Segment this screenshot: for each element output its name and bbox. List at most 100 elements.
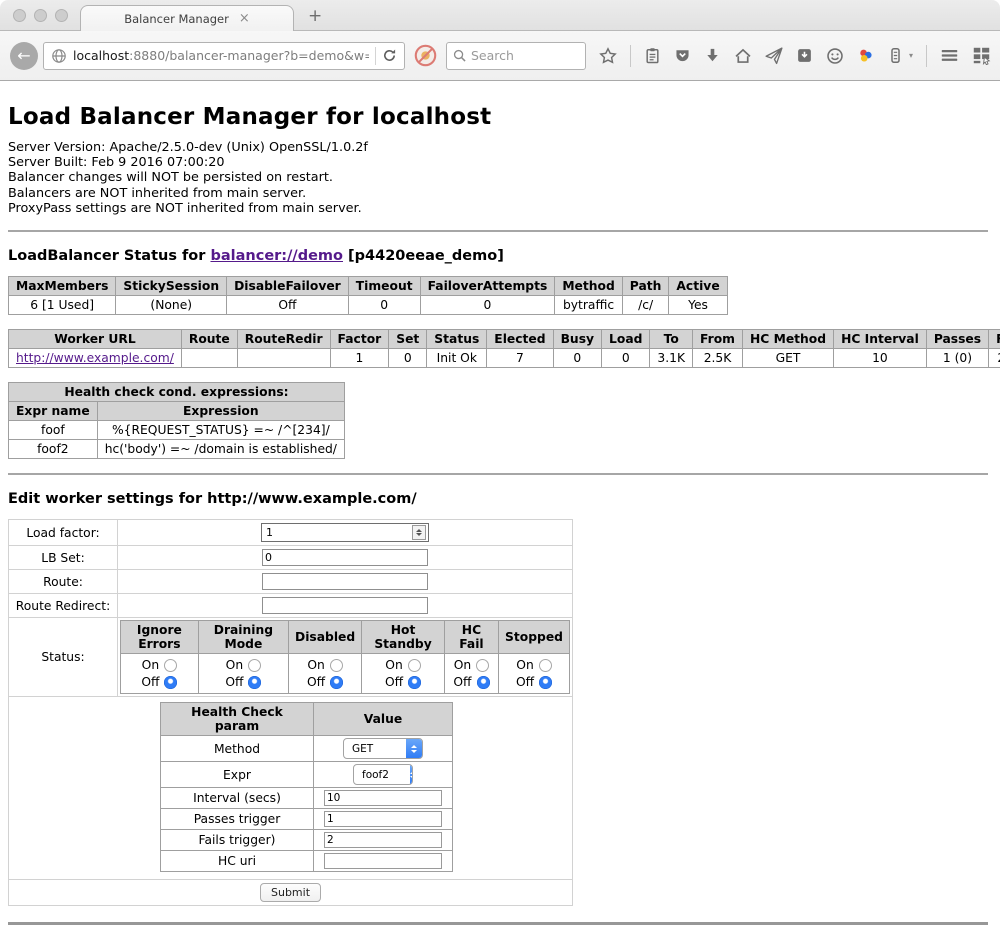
tab-close-icon[interactable]: × [239,12,250,25]
page-title: Load Balancer Manager for localhost [8,104,988,130]
hc-method-cell: GET [743,349,834,368]
container-battery-icon[interactable] [887,47,904,64]
chevron-down-icon[interactable]: ▾ [909,51,913,60]
passes-trigger-label: Passes trigger [161,809,314,830]
factor-cell: 1 [330,349,389,368]
status-row: Status: Ignore Errors Draining Mode Disa… [9,618,573,697]
edit-worker-heading: Edit worker settings for http://www.exam… [8,491,988,507]
back-button[interactable]: ← [10,42,38,70]
content-blocked-icon[interactable] [414,44,437,67]
reading-list-icon[interactable] [644,47,661,64]
expr-row: foof2 hc('body') =~ /domain is establish… [9,440,345,459]
ignore-errors-on-radio[interactable] [164,659,177,672]
stopped-on-radio[interactable] [539,659,552,672]
search-bar[interactable]: Search [446,42,586,70]
hc-fail-on-radio[interactable] [476,659,489,672]
hot-standby-on-radio[interactable] [408,659,421,672]
column-header: Active [669,277,727,296]
url-text[interactable]: localhost:8880/balancer-manager?b=demo&w… [73,48,369,63]
expr-select[interactable]: foof2 [353,764,413,785]
url-path: :8880/balancer-manager?b=demo&w=http://w… [129,48,369,63]
window-minimize-button[interactable] [34,9,47,22]
column-header: Expr name [9,402,98,421]
submit-button[interactable]: Submit [260,883,321,902]
column-header: Factor [330,330,389,349]
disablefailover-value: Off [227,296,349,315]
route-redirect-input[interactable] [262,597,428,614]
hc-param-row: Interval (secs) [161,788,453,809]
disabled-off-radio[interactable] [330,676,343,689]
off-label: Off [225,675,243,689]
hc-param-row: Fails trigger) [161,830,453,851]
server-info: Server Version: Apache/2.5.0-dev (Unix) … [8,140,988,216]
extension-download-icon[interactable] [796,47,813,64]
traffic-lights [13,9,68,22]
menu-hamburger-icon[interactable] [940,46,959,65]
tab-balancer-manager[interactable]: Balancer Manager × [80,5,294,31]
bookmark-star-icon[interactable] [599,47,617,65]
column-header: HC Fail [444,621,498,654]
hc-uri-input[interactable] [324,853,442,869]
window-close-button[interactable] [13,9,26,22]
balancer-demo-link[interactable]: balancer://demo [210,248,343,264]
column-header: Worker URL [9,330,182,349]
column-header: DisableFailover [227,277,349,296]
table-header-row: Worker URL Route RouteRedir Factor Set S… [9,330,1000,349]
fails-trigger-input[interactable] [324,832,442,848]
passes-trigger-input[interactable] [324,811,442,827]
new-tab-button[interactable]: + [308,6,322,26]
persist-note-line: Balancer changes will NOT be persisted o… [8,170,988,185]
feedback-smiley-icon[interactable] [826,47,844,65]
worker-url-link[interactable]: http://www.example.com/ [16,351,174,365]
hc-param-row: Passes trigger [161,809,453,830]
on-label: On [142,658,159,672]
route-input[interactable] [262,573,428,590]
routeredir-cell [237,349,330,368]
load-factor-field[interactable] [261,523,429,542]
number-stepper-icon[interactable] [412,525,426,540]
disabled-on-radio[interactable] [330,659,343,672]
column-header: Path [622,277,669,296]
color-dots-extension-icon[interactable] [857,47,874,64]
edit-worker-form: Load factor: LB Set: Route: Route Redire… [8,519,573,906]
downloads-icon[interactable] [704,47,721,64]
hc-params-table: Health Check param Value Method GET [160,702,453,872]
select-stepper-icon [410,765,413,784]
expr-value: hc('body') =~ /domain is established/ [97,440,344,459]
tab-groups-icon[interactable] [972,46,991,65]
method-select[interactable]: GET [343,738,423,759]
column-header: Status [427,330,487,349]
column-header: Disabled [288,621,361,654]
url-bar[interactable]: localhost:8880/balancer-manager?b=demo&w… [43,42,405,70]
column-header: Expression [97,402,344,421]
expr-value: %{REQUEST_STATUS} =~ /^[234]/ [97,421,344,440]
load-factor-input[interactable] [264,525,412,540]
to-cell: 3.1K [650,349,693,368]
table-header-row: MaxMembers StickySession DisableFailover… [9,277,728,296]
column-header: Passes [926,330,988,349]
table-row: 6 [1 Used] (None) Off 0 0 bytraffic /c/ … [9,296,728,315]
send-tab-icon[interactable] [765,47,783,65]
hc-interval-cell: 10 [834,349,927,368]
on-label: On [516,658,533,672]
pocket-icon[interactable] [674,47,691,64]
interval-input[interactable] [324,790,442,806]
lb-set-input[interactable] [262,549,428,566]
column-header: Route [181,330,237,349]
stopped-off-radio[interactable] [539,676,552,689]
draining-mode-off-radio[interactable] [248,676,261,689]
navigation-toolbar: ← localhost:8880/balancer-manager?b=demo… [0,31,1000,81]
home-icon[interactable] [734,47,752,65]
window-zoom-button[interactable] [55,9,68,22]
hot-standby-off-radio[interactable] [408,676,421,689]
draining-mode-on-radio[interactable] [248,659,261,672]
column-header: StickySession [116,277,227,296]
hc-fail-off-radio[interactable] [477,676,490,689]
reload-icon[interactable] [382,48,397,63]
ignore-errors-off-radio[interactable] [164,676,177,689]
status-label: Status: [9,618,118,697]
route-redirect-label: Route Redirect: [9,594,118,618]
hc-header-row: Health Check param Value [161,703,453,736]
worker-url-cell: http://www.example.com/ [9,349,182,368]
load-factor-label: Load factor: [9,520,118,546]
